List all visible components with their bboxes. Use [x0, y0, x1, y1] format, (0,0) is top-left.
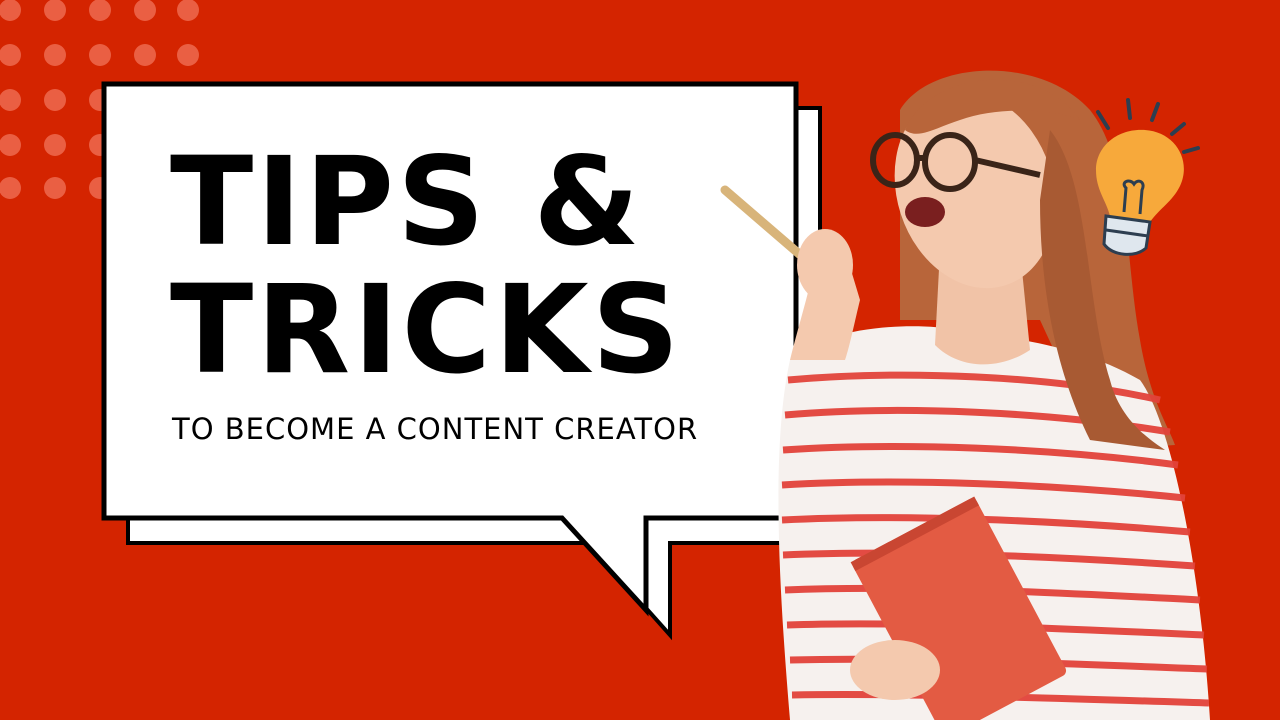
headline-line-2: TRICKS: [170, 259, 683, 401]
headline: TIPS & TRICKS: [170, 138, 770, 394]
subline: TO BECOME A CONTENT CREATOR: [172, 412, 699, 446]
thumbnail-canvas: TIPS & TRICKS TO BECOME A CONTENT CREATO…: [0, 0, 1280, 720]
headline-line-1: TIPS &: [170, 131, 643, 273]
lightbulb-icon: [1096, 98, 1200, 256]
